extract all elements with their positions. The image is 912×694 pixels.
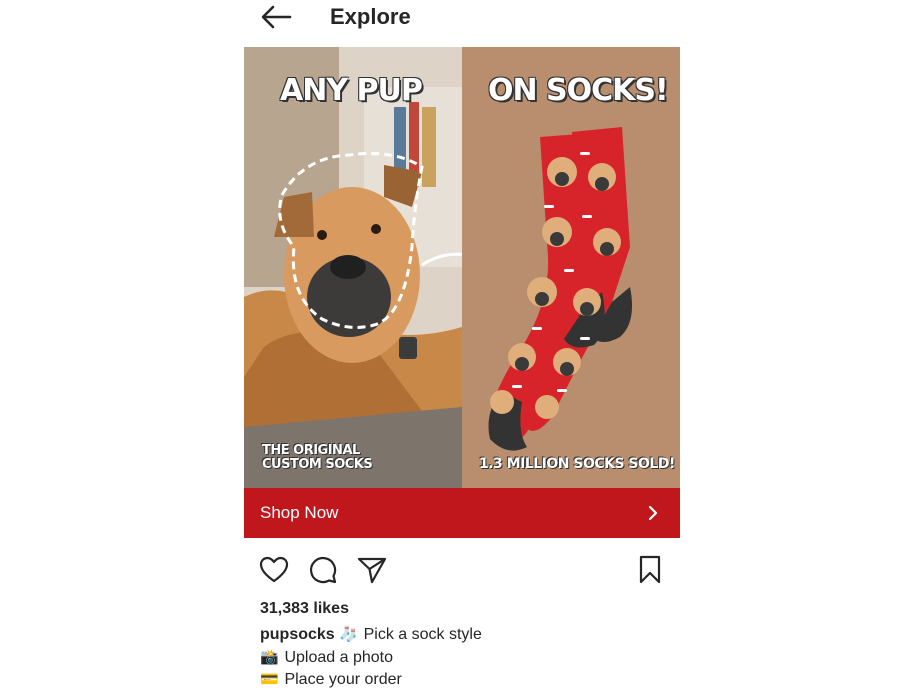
arrow-left-icon[interactable] <box>260 4 292 30</box>
sold-text: 1.3 MILLION SOCKS SOLD! <box>479 456 675 472</box>
bookmark-icon[interactable] <box>634 554 666 586</box>
socks-illustration <box>488 127 633 451</box>
badge-text: THE ORIGINAL CUSTOM SOCKS <box>262 443 373 472</box>
top-bar: Explore <box>244 0 680 40</box>
caption-line: 📸 Upload a photo <box>260 648 393 667</box>
caption-line: pupsocks 🧦 Pick a sock style <box>260 625 482 644</box>
right-caption: ON SOCKS! <box>488 73 669 108</box>
badge-line-1: THE ORIGINAL <box>262 443 360 458</box>
caption-text: Upload a photo <box>284 649 393 666</box>
send-icon[interactable] <box>356 554 388 586</box>
shop-now-button[interactable]: Shop Now <box>244 488 680 538</box>
chevron-right-icon <box>648 505 658 521</box>
sock-emoji-icon: 🧦 <box>339 626 358 643</box>
page-title: Explore <box>330 4 411 29</box>
post-image[interactable]: ANY PUP THE ORIGINAL CUSTOM SOCKS ON SOC… <box>244 47 680 488</box>
caption-text: Place your order <box>284 671 402 688</box>
camera-emoji-icon: 📸 <box>260 649 279 666</box>
shop-now-label: Shop Now <box>260 503 339 522</box>
username[interactable]: pupsocks <box>260 626 335 643</box>
likes-count[interactable]: 31,383 likes <box>260 600 349 618</box>
heart-icon[interactable] <box>258 554 290 586</box>
caption-line: 💳 Place your order <box>260 670 402 689</box>
comment-icon[interactable] <box>307 554 339 586</box>
dog-photo-panel: ANY PUP THE ORIGINAL CUSTOM SOCKS <box>244 47 462 488</box>
caption-text: Pick a sock style <box>363 626 482 643</box>
post-actions <box>244 550 680 590</box>
badge-line-2: CUSTOM SOCKS <box>262 457 373 472</box>
left-caption: ANY PUP <box>280 73 423 108</box>
socks-panel: ON SOCKS! 1.3 MILLION SOCKS SOLD! <box>462 47 680 488</box>
dog-illustration <box>244 47 462 488</box>
card-emoji-icon: 💳 <box>260 671 279 688</box>
